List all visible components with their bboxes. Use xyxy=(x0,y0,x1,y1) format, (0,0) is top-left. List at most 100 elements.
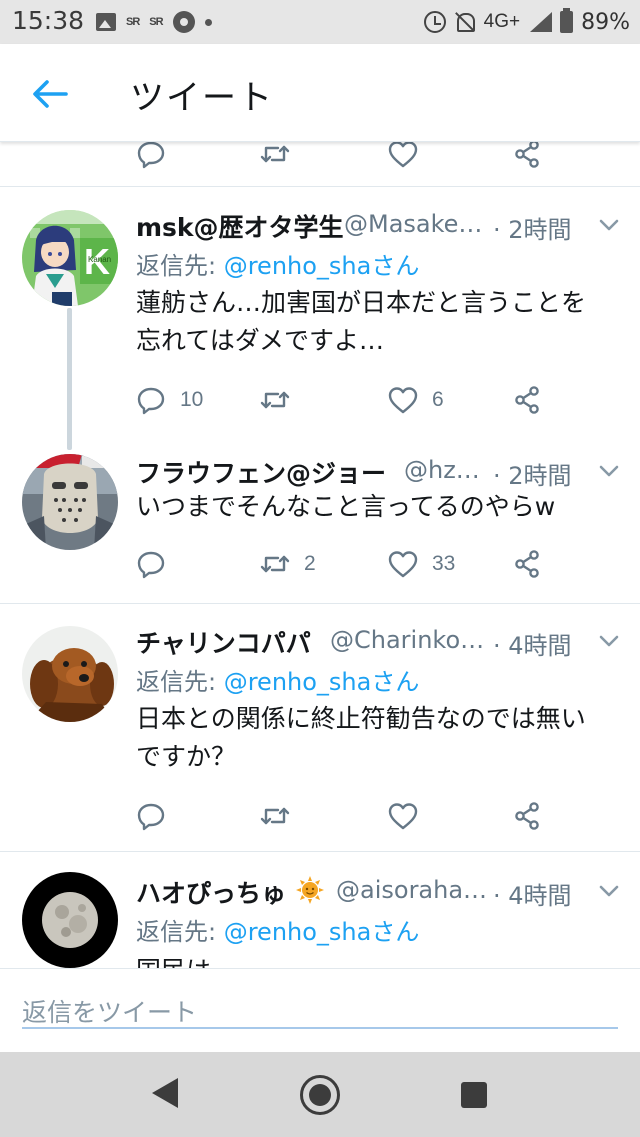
display-name[interactable]: フラウフェン@ジョー xyxy=(136,454,386,490)
status-bar: 15:38 SR SR 4G+ 89% xyxy=(0,0,640,44)
reply-to: 返信先: @renho_shaさん xyxy=(136,662,419,697)
reply-timeline[interactable]: K Kanan msk@歴オタ学生 @Masake… · 2時間 返信先: @r… xyxy=(0,142,640,968)
retweet-button[interactable] xyxy=(260,380,304,420)
display-name[interactable]: msk@歴オタ学生 xyxy=(136,208,344,244)
tweet[interactable]: フラウフェン@ジョー @hz… · 2時間 いつまでそんなこと言ってるのやらw … xyxy=(0,452,640,592)
tweet-text-line: 忘れてはダメですよ… xyxy=(136,326,385,355)
retweet-icon xyxy=(260,807,290,825)
reply-count: 10 xyxy=(180,388,204,411)
reply-to-label: 返信先: xyxy=(136,918,224,946)
battery-icon xyxy=(560,8,574,33)
divider xyxy=(0,851,640,852)
reply-button[interactable] xyxy=(136,142,166,174)
heart-icon xyxy=(388,551,418,578)
display-name[interactable]: ハオぴっちゅ xyxy=(136,874,286,910)
nav-home-icon[interactable] xyxy=(300,1075,340,1115)
reply-icon xyxy=(137,803,165,831)
handle[interactable]: @aisoraha… xyxy=(336,876,487,904)
reply-icon xyxy=(137,551,165,579)
tweet[interactable]: K Kanan msk@歴オタ学生 @Masake… · 2時間 返信先: @r… xyxy=(0,206,640,426)
heart-icon xyxy=(388,142,418,168)
sr-app-icon: SR xyxy=(126,16,140,28)
battery-percent: 89% xyxy=(581,9,630,35)
tweet-header: msk@歴オタ学生 @Masake… · 2時間 xyxy=(136,206,640,246)
avatar[interactable] xyxy=(22,454,118,550)
notification-icons: SR SR xyxy=(96,10,212,34)
share-button[interactable] xyxy=(512,142,542,174)
signal-icon xyxy=(528,12,553,32)
share-icon xyxy=(515,802,539,830)
chevron-down-icon[interactable] xyxy=(598,880,620,902)
timestamp[interactable]: · 4時間 xyxy=(493,876,572,911)
reply-to: 返信先: @renho_shaさん xyxy=(136,912,419,947)
like-button[interactable] xyxy=(388,142,418,174)
chevron-down-icon[interactable] xyxy=(598,630,620,652)
chrome-icon xyxy=(172,11,195,33)
tweet-actions: 10 6 xyxy=(136,380,620,420)
avatar[interactable] xyxy=(22,626,118,722)
like-count: 6 xyxy=(432,388,444,411)
avatar[interactable] xyxy=(22,872,118,968)
timestamp[interactable]: · 4時間 xyxy=(493,626,572,661)
handle[interactable]: @Charinko… xyxy=(330,626,484,654)
like-button[interactable]: 33 xyxy=(388,544,455,584)
chevron-down-icon[interactable] xyxy=(598,460,620,482)
tweet[interactable]: チャリンコパパ @Charinko… · 4時間 返信先: @renho_sha… xyxy=(0,622,640,842)
heart-icon xyxy=(388,387,418,414)
timestamp[interactable]: · 2時間 xyxy=(493,456,572,491)
tweet-text-line: 蓮舫さん…加害国が日本だと言うことを xyxy=(136,288,587,317)
sun-emoji-icon xyxy=(296,876,324,904)
reply-button[interactable] xyxy=(136,796,180,836)
chevron-down-icon[interactable] xyxy=(598,214,620,236)
arrow-left-icon[interactable] xyxy=(30,74,70,114)
tweet-actions: 2 33 xyxy=(136,544,620,584)
tweet-header: ハオぴっちゅ @aisoraha… · 4時間 xyxy=(136,872,640,912)
divider xyxy=(0,186,640,187)
dot-icon xyxy=(204,18,212,26)
tweet[interactable]: ハオぴっちゅ @aisoraha… · 4時間 返信先: @renho_shaさ… xyxy=(0,872,640,968)
mention-link[interactable]: @renho_shaさん xyxy=(224,252,420,280)
mention-link[interactable]: @renho_shaさん xyxy=(224,668,420,696)
nav-recents-icon[interactable] xyxy=(461,1082,487,1108)
share-icon xyxy=(515,142,539,168)
like-count: 33 xyxy=(432,552,456,575)
tweet-text: 日本との関係に終止符勧告なのでは無い ですか？ xyxy=(136,700,620,776)
reply-button[interactable] xyxy=(136,544,180,584)
tweet-text-line: ですか？ xyxy=(136,742,237,771)
tweet-header: チャリンコパパ @Charinko… · 4時間 xyxy=(136,622,640,662)
share-button[interactable] xyxy=(512,796,542,836)
handle[interactable]: @Masake… xyxy=(344,210,482,238)
avatar[interactable]: K Kanan xyxy=(22,210,118,306)
nav-back-icon[interactable] xyxy=(152,1078,178,1108)
reply-to: 返信先: @renho_shaさん xyxy=(136,246,419,281)
like-button[interactable]: 6 xyxy=(388,380,444,420)
retweet-button[interactable]: 2 xyxy=(260,544,316,584)
avatar-image: K Kanan xyxy=(22,210,118,306)
reply-to-label: 返信先: xyxy=(136,252,224,280)
reply-button[interactable]: 10 xyxy=(136,380,203,420)
alarm-icon xyxy=(423,11,446,33)
tweet-header: フラウフェン@ジョー @hz… · 2時間 xyxy=(136,452,640,492)
status-time: 15:38 xyxy=(12,6,85,35)
timestamp[interactable]: · 2時間 xyxy=(493,210,572,245)
reply-input[interactable]: 返信をツイート xyxy=(22,987,618,1029)
retweet-button[interactable] xyxy=(260,142,290,174)
retweet-button[interactable] xyxy=(260,796,304,836)
mention-link[interactable]: @renho_shaさん xyxy=(224,918,420,946)
previous-tweet-actions xyxy=(136,142,620,174)
like-button[interactable] xyxy=(388,796,432,836)
share-button[interactable] xyxy=(512,544,542,584)
share-button[interactable] xyxy=(512,380,542,420)
mute-icon xyxy=(454,11,476,33)
handle[interactable]: @hz… xyxy=(404,456,480,484)
retweet-icon xyxy=(260,145,290,163)
display-name[interactable]: チャリンコパパ xyxy=(136,624,311,660)
reply-icon xyxy=(137,142,165,169)
android-nav-bar xyxy=(0,1052,640,1137)
heart-icon xyxy=(388,803,418,830)
avatar-image xyxy=(22,626,118,722)
app-header: ツイート xyxy=(0,44,640,142)
image-icon xyxy=(96,13,116,31)
network-type: 4G+ xyxy=(483,11,521,32)
tweet-text-line: 日本との関係に終止符勧告なのでは無い xyxy=(136,704,586,733)
